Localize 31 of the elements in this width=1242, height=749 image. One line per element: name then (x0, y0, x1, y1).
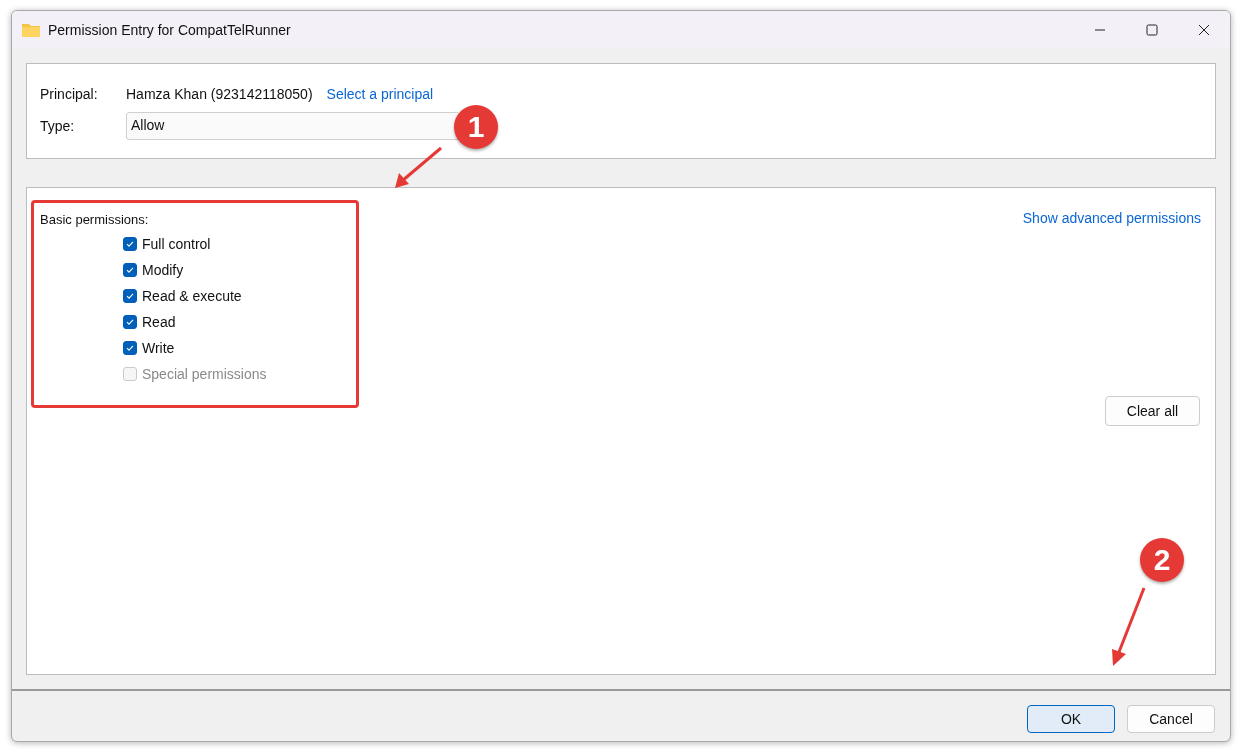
checkbox-label: Write (142, 340, 175, 356)
window-title: Permission Entry for CompatTelRunner (48, 22, 291, 38)
checkbox[interactable] (123, 263, 137, 277)
cancel-button[interactable]: Cancel (1127, 705, 1215, 733)
checkbox-label: Full control (142, 236, 211, 252)
select-principal-link[interactable]: Select a principal (326, 86, 434, 102)
maximize-icon[interactable] (1146, 24, 1158, 36)
type-dropdown[interactable]: Allow (126, 112, 460, 140)
folder-icon (22, 23, 40, 37)
checkbox-label: Modify (142, 262, 184, 278)
checkmark-icon (125, 291, 135, 301)
close-icon[interactable] (1198, 24, 1210, 36)
checkmark-icon (125, 239, 135, 249)
checkmark-icon (125, 343, 135, 353)
principal-label: Principal: (40, 86, 99, 102)
checkbox[interactable] (123, 315, 137, 329)
checkbox[interactable] (123, 237, 137, 251)
type-label: Type: (40, 118, 76, 134)
checkmark-icon (125, 317, 135, 327)
checkmark-icon (125, 265, 135, 275)
show-advanced-link[interactable]: Show advanced permissions (1022, 210, 1201, 226)
checkbox-label: Special permissions (142, 366, 267, 382)
checkbox[interactable] (123, 289, 137, 303)
principal-name: Hamza Khan (923142118050) (126, 86, 313, 102)
clear-all-button[interactable]: Clear all (1105, 396, 1200, 426)
pointer-arrow (393, 145, 445, 191)
checkbox-label: Read & execute (142, 288, 242, 304)
checkbox-label: Read (142, 314, 176, 330)
basic-permissions-heading: Basic permissions: (40, 212, 149, 227)
checkbox[interactable] (123, 341, 137, 355)
ok-button[interactable]: OK (1027, 705, 1115, 733)
